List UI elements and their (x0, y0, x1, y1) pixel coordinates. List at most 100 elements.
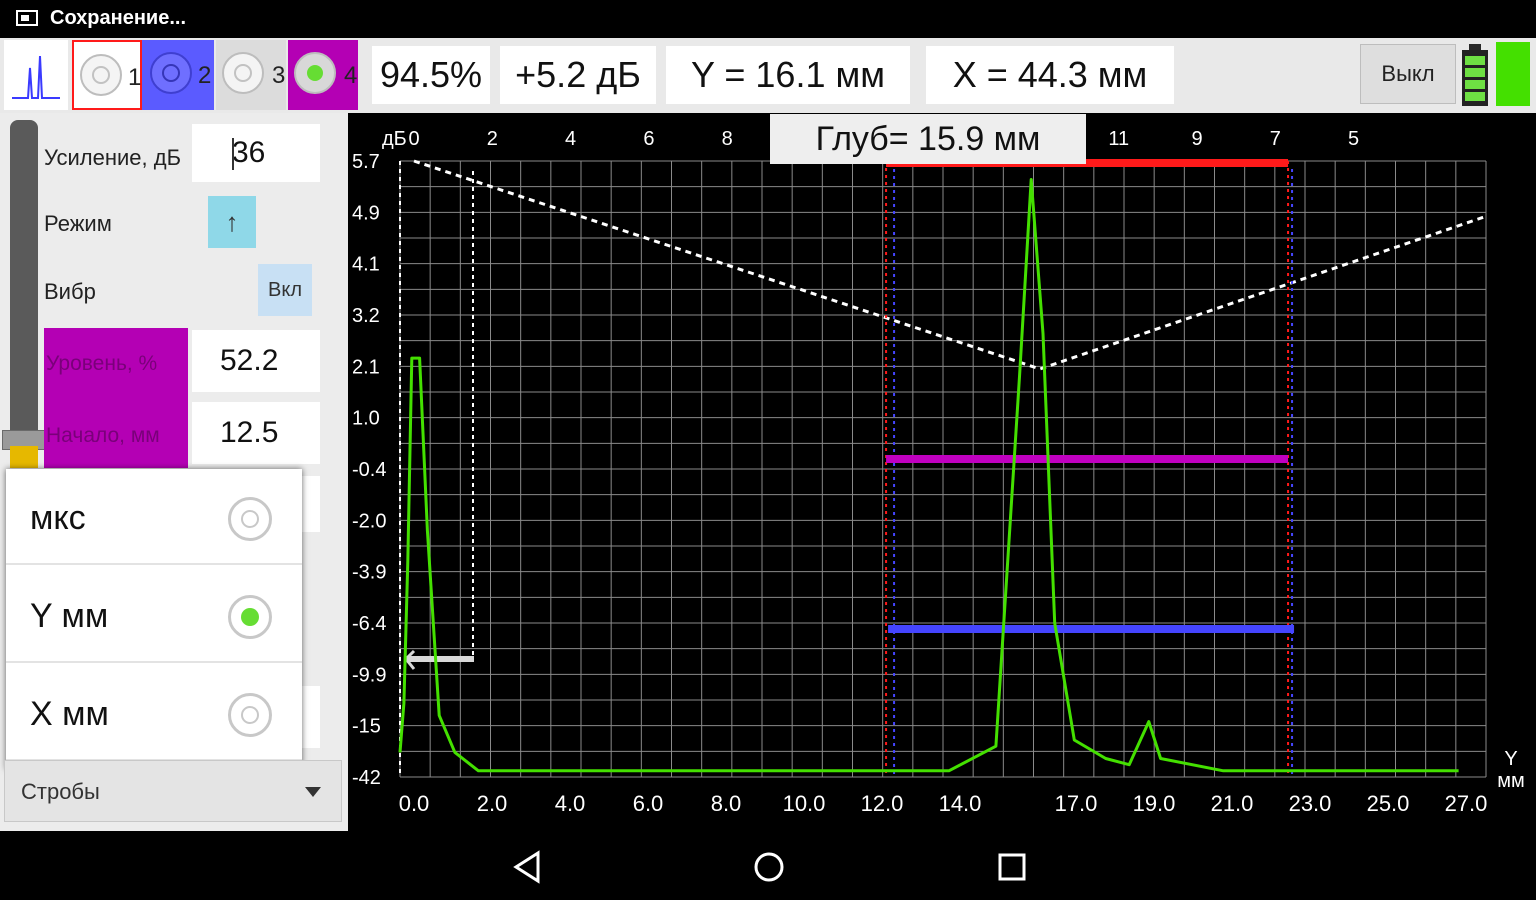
y-tick-label: -2.0 (352, 510, 386, 532)
channel-number: 3 (272, 62, 286, 89)
gain-slider-track[interactable] (10, 120, 38, 468)
depth-label: Глуб= 15.9 мм (770, 114, 1086, 164)
signal-indicator (1496, 42, 1530, 106)
gain-input[interactable]: 36 (192, 124, 320, 182)
x-tick-label: 4.0 (555, 791, 586, 816)
option-label: мкс (30, 499, 86, 537)
y-tick-label: -15 (352, 716, 381, 738)
dac-curve (413, 159, 1485, 371)
level-input[interactable]: 52.2 (192, 330, 320, 392)
top-tick-label: 11 (1108, 128, 1129, 150)
x-readout: X = 44.3 мм (926, 46, 1174, 104)
top-tick-label: 8 (722, 128, 733, 150)
off-button[interactable]: Выкл (1360, 44, 1456, 104)
radio-selected-icon[interactable] (228, 595, 272, 639)
y-tick-label: 2.1 (352, 356, 380, 378)
x-tick-label: 8.0 (711, 791, 742, 816)
top-axis-unit: дБ (382, 128, 407, 150)
option-y-mm[interactable]: Y мм (6, 567, 302, 663)
start-label: Начало, мм (46, 424, 160, 447)
ascan-icon (12, 55, 60, 99)
back-icon[interactable] (512, 850, 542, 884)
recents-icon[interactable] (996, 850, 1028, 884)
y-readout: Y = 16.1 мм (666, 46, 910, 104)
radio-icon (80, 54, 122, 96)
level-label: Уровень, % (46, 352, 158, 375)
option-label: Y мм (30, 597, 109, 635)
option-x-mm[interactable]: X мм (6, 665, 302, 761)
x-tick-label: 6.0 (633, 791, 664, 816)
y-tick-label: 4.9 (352, 202, 380, 224)
top-tick-label: 9 (1191, 128, 1202, 150)
y-tick-label: 4.1 (352, 254, 380, 276)
start-input[interactable]: 12.5 (192, 402, 320, 464)
y-tick-label: -6.4 (352, 613, 386, 635)
arrow-up-icon: ↑ (225, 206, 239, 237)
x-tick-label: 14.0 (939, 791, 982, 816)
x-tick-label: 23.0 (1289, 791, 1332, 816)
channel-number: 1 (128, 64, 142, 91)
ascan-view-button[interactable] (4, 40, 68, 110)
signal-trace (398, 178, 1459, 773)
y-tick-label: -0.4 (352, 459, 386, 481)
battery-icon (1460, 44, 1490, 106)
radio-icon (222, 52, 264, 94)
navigation-bar (0, 840, 1536, 900)
radio-icon (150, 52, 192, 94)
top-tick-label: 4 (565, 128, 576, 150)
dropdown-arrow-icon (305, 787, 321, 797)
mode-button[interactable]: ↑ (208, 196, 256, 248)
x-tick-label: 17.0 (1055, 791, 1098, 816)
text-cursor (232, 138, 234, 170)
top-tick-label: 6 (643, 128, 654, 150)
x-tick-label: 19.0 (1133, 791, 1176, 816)
x-axis-label: Yмм (1497, 748, 1525, 792)
ascan-chart[interactable]: 024681311975дБ5.74.94.13.22.11.0-0.4-2.0… (348, 113, 1536, 840)
hidden-input-edge (300, 476, 320, 532)
vibr-toggle-button[interactable]: Вкл (258, 264, 312, 316)
hidden-input-edge (300, 686, 320, 748)
top-tick-label: 0 (408, 128, 419, 150)
gates-dropdown-label: Стробы (21, 779, 100, 804)
x-tick-label: 25.0 (1367, 791, 1410, 816)
radio-icon (294, 52, 336, 94)
x-tick-label: 21.0 (1211, 791, 1254, 816)
channel-number: 2 (198, 62, 212, 89)
gain-slider-fill (10, 446, 38, 468)
x-tick-label: 0.0 (399, 791, 430, 816)
y-tick-label: 3.2 (352, 305, 380, 327)
channel-number: 4 (344, 62, 358, 89)
screenshot-icon (16, 10, 38, 26)
gain-value: 36 (232, 136, 266, 169)
channel-3-button[interactable]: 3 (216, 40, 286, 110)
gate-label-block: Уровень, % Начало, мм (44, 328, 188, 468)
y-tick-label: 1.0 (352, 408, 380, 430)
level-percent-readout: 94.5% (372, 46, 490, 104)
grid-lines (399, 160, 1487, 778)
units-popup-menu: мкс Y мм X мм (6, 469, 302, 769)
y-tick-label: -9.9 (352, 664, 386, 686)
radio-icon[interactable] (228, 693, 272, 737)
home-icon[interactable] (752, 850, 786, 884)
option-label: X мм (30, 695, 109, 733)
channel-1-button[interactable]: 1 (72, 40, 142, 110)
top-tick-label: 2 (487, 128, 498, 150)
gain-label: Усиление, дБ (44, 145, 182, 170)
top-tick-label: 5 (1348, 128, 1359, 150)
top-tick-label: 7 (1270, 128, 1281, 150)
y-tick-label: 5.7 (352, 151, 380, 173)
option-mks[interactable]: мкс (6, 469, 302, 565)
gates-dropdown[interactable]: Стробы (4, 760, 342, 822)
channel-4-button[interactable]: 4 (288, 40, 358, 110)
x-tick-label: 2.0 (477, 791, 508, 816)
x-tick-label: 10.0 (783, 791, 826, 816)
x-tick-label: 27.0 (1445, 791, 1488, 816)
vibr-label: Вибр (44, 279, 96, 304)
status-bar: Сохранение... (0, 0, 1536, 38)
channel-2-button[interactable]: 2 (142, 40, 214, 110)
radio-icon[interactable] (228, 497, 272, 541)
status-text: Сохранение... (50, 7, 186, 29)
y-tick-label: -3.9 (352, 562, 386, 584)
y-tick-label: -42 (352, 767, 381, 789)
x-tick-label: 12.0 (861, 791, 904, 816)
